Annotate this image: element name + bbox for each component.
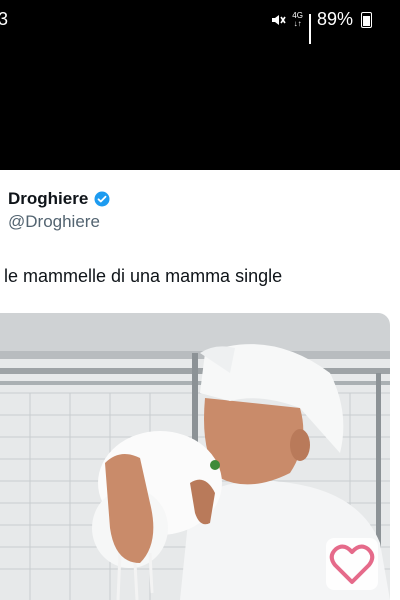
- tweet-text: le mammelle di una mamma single: [4, 266, 283, 286]
- author-name[interactable]: Droghiere: [8, 189, 88, 209]
- tweet: Droghiere @Droghiere le mammelle di una …: [0, 170, 400, 600]
- author-row[interactable]: Droghiere: [8, 189, 110, 209]
- tweet-media[interactable]: [0, 313, 390, 600]
- heart-icon[interactable]: [326, 538, 378, 590]
- status-time: 3: [0, 9, 9, 29]
- author-handle[interactable]: @Droghiere: [8, 212, 100, 232]
- status-icons: 4G ↓↑ 89%: [270, 9, 372, 44]
- network-indicator: 4G ↓↑: [292, 10, 303, 28]
- battery-percent: 89%: [316, 9, 353, 29]
- battery-icon: [361, 11, 372, 28]
- mute-icon: [272, 14, 286, 25]
- verified-badge-icon: [94, 191, 110, 207]
- status-bar: 3 4G ↓↑ 89%: [0, 0, 400, 170]
- network-label: 4G: [292, 10, 303, 20]
- signal-icon: [308, 13, 311, 44]
